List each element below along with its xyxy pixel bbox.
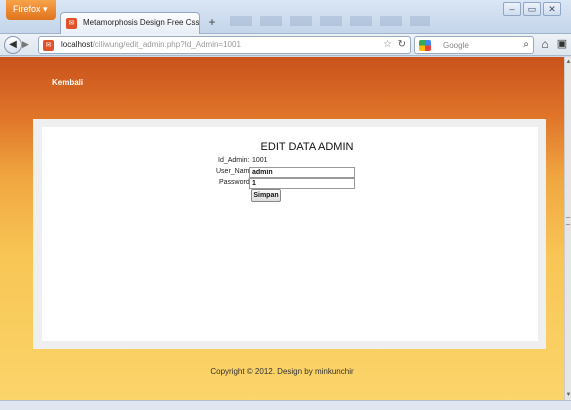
back-button[interactable]: ◀ bbox=[4, 36, 22, 54]
search-bar[interactable]: Google ⌕ bbox=[414, 36, 534, 54]
maximize-button[interactable]: ▭ bbox=[523, 2, 541, 16]
content-frame: EDIT DATA ADMIN Id_Admin: 1001 User_Name… bbox=[33, 119, 546, 349]
content-panel: EDIT DATA ADMIN Id_Admin: 1001 User_Name… bbox=[42, 127, 538, 341]
browser-tab[interactable]: ✉ Metamorphosis Design Free Css Templa..… bbox=[60, 12, 200, 34]
status-bar bbox=[0, 400, 571, 410]
id-admin-label: Id_Admin: bbox=[218, 157, 250, 164]
url-path: /ciliwung/edit_admin.php?Id_Admin=1001 bbox=[92, 40, 241, 49]
close-button[interactable]: ✕ bbox=[543, 2, 561, 16]
site-favicon-icon: ✉ bbox=[66, 18, 77, 29]
password-label: Password: bbox=[219, 179, 252, 186]
forward-button[interactable]: ▶ bbox=[22, 39, 36, 51]
navigation-toolbar: ◀ ▶ ✉ localhost/ciliwung/edit_admin.php?… bbox=[0, 34, 571, 56]
bookmarks-icon[interactable]: ▣ bbox=[555, 37, 569, 53]
search-engine-icon[interactable] bbox=[419, 40, 431, 51]
browser-titlebar: Firefox ▾ ✉ Metamorphosis Design Free Cs… bbox=[0, 0, 571, 34]
scroll-down-icon[interactable]: ▼ bbox=[565, 392, 571, 398]
vertical-scrollbar[interactable]: ▲ ▼ bbox=[564, 57, 571, 400]
bookmark-star-icon[interactable]: ☆ bbox=[383, 39, 392, 50]
new-tab-button[interactable]: + bbox=[204, 14, 220, 30]
url-favicon-icon: ✉ bbox=[43, 40, 54, 51]
url-text[interactable]: localhost/ciliwung/edit_admin.php?Id_Adm… bbox=[61, 40, 241, 49]
url-host: localhost bbox=[61, 40, 93, 49]
reload-icon[interactable]: ↻ bbox=[398, 39, 406, 50]
tab-title: Metamorphosis Design Free Css Templa... bbox=[83, 18, 200, 27]
id-admin-value: 1001 bbox=[252, 157, 268, 164]
home-icon[interactable]: ⌂ bbox=[538, 37, 552, 53]
form-title: EDIT DATA ADMIN bbox=[260, 141, 354, 153]
username-input[interactable] bbox=[249, 167, 355, 178]
minimize-button[interactable]: – bbox=[503, 2, 521, 16]
scroll-up-icon[interactable]: ▲ bbox=[565, 59, 571, 65]
firefox-menu-button[interactable]: Firefox ▾ bbox=[6, 0, 56, 20]
scroll-grip[interactable] bbox=[566, 217, 570, 225]
page-footer: Copyright © 2012. Design by minkunchir bbox=[210, 367, 354, 376]
web-page: Kembali EDIT DATA ADMIN Id_Admin: 1001 U… bbox=[0, 57, 564, 400]
save-button[interactable]: Simpan bbox=[251, 189, 281, 202]
password-input[interactable] bbox=[249, 178, 355, 189]
url-bar[interactable]: ✉ localhost/ciliwung/edit_admin.php?Id_A… bbox=[38, 36, 411, 54]
titlebar-background-text bbox=[230, 16, 430, 26]
search-placeholder: Google bbox=[443, 41, 469, 50]
back-link[interactable]: Kembali bbox=[52, 78, 83, 87]
search-icon[interactable]: ⌕ bbox=[523, 39, 529, 50]
